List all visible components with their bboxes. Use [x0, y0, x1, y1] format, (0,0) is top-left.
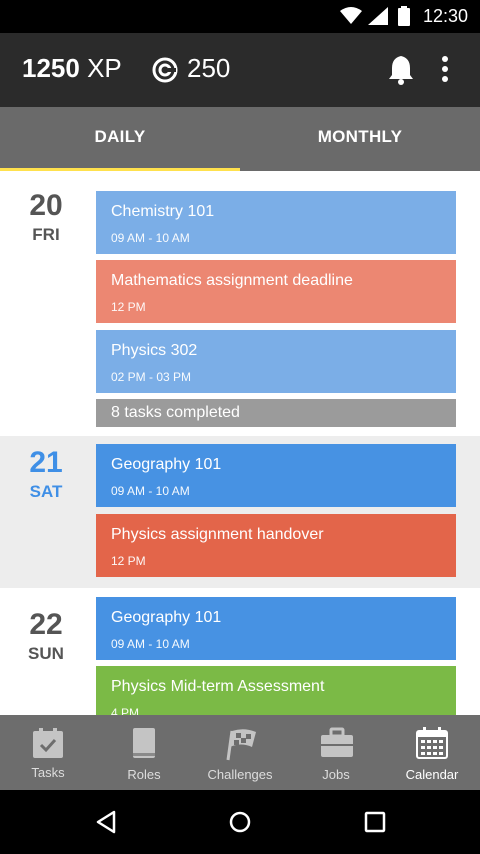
event-title: Mathematics assignment deadline	[111, 272, 353, 289]
status-bar: 12:30	[0, 0, 480, 33]
nav-label: Tasks	[31, 765, 65, 780]
tab-monthly-label: MONTHLY	[317, 127, 403, 146]
bell-icon[interactable]	[386, 53, 416, 85]
nav-label: Challenges	[207, 767, 273, 782]
event-card[interactable]: Physics assignment handover 12 PM	[96, 514, 456, 577]
wifi-icon	[340, 7, 362, 24]
day-of-week: SAT	[29, 482, 63, 501]
home-icon[interactable]	[228, 810, 252, 834]
app-bar: 1250 XP 250	[0, 33, 480, 107]
day-group-22: 22 SUN Geography 101 09 AM - 10 AM Physi…	[0, 588, 480, 715]
back-icon[interactable]	[94, 810, 118, 834]
event-card[interactable]: Chemistry 101 09 AM - 10 AM	[96, 191, 456, 254]
event-time: 4 PM	[111, 706, 140, 715]
nav-roles[interactable]: Roles	[96, 715, 192, 790]
tasks-icon	[33, 728, 63, 758]
event-title: Chemistry 101	[111, 203, 215, 220]
tab-daily[interactable]: DAILY	[0, 107, 240, 171]
event-time: 09 AM - 10 AM	[111, 484, 190, 498]
nav-tasks[interactable]: Tasks	[0, 715, 96, 790]
book-icon	[133, 728, 155, 758]
nav-label: Jobs	[322, 767, 350, 782]
event-title: Geography 101	[111, 609, 222, 626]
event-card[interactable]: Geography 101 09 AM - 10 AM	[96, 444, 456, 507]
event-title: Geography 101	[111, 456, 222, 473]
day-of-week: FRI	[32, 225, 60, 244]
tasks-completed-summary[interactable]: 8 tasks completed	[96, 399, 456, 427]
coin-icon	[152, 57, 178, 83]
day-date: 21 SAT	[0, 446, 92, 502]
tab-daily-label: DAILY	[94, 127, 146, 146]
event-time: 09 AM - 10 AM	[111, 231, 190, 245]
day-date: 20 FRI	[0, 189, 92, 245]
signal-icon	[368, 7, 388, 25]
event-card[interactable]: Physics 302 02 PM - 03 PM	[96, 330, 456, 393]
system-navigation-bar	[0, 790, 480, 854]
day-of-week: SUN	[28, 644, 64, 663]
coin-count: 250	[187, 53, 231, 83]
tab-monthly[interactable]: MONTHLY	[240, 107, 480, 171]
day-group-21: 21 SAT Geography 101 09 AM - 10 AM Physi…	[0, 436, 480, 588]
flag-icon	[226, 729, 256, 761]
briefcase-icon	[321, 727, 353, 757]
nav-label: Calendar	[405, 767, 459, 782]
event-time: 12 PM	[111, 554, 146, 568]
event-time: 09 AM - 10 AM	[111, 637, 190, 651]
nav-challenges[interactable]: Challenges	[192, 715, 288, 790]
nav-jobs[interactable]: Jobs	[288, 715, 384, 790]
calendar-list[interactable]: 20 FRI Chemistry 101 09 AM - 10 AM Mathe…	[0, 171, 480, 715]
event-title: Physics assignment handover	[111, 526, 324, 543]
nav-label: Roles	[127, 767, 161, 782]
day-number: 20	[29, 189, 63, 222]
xp-value: 1250	[22, 53, 80, 83]
battery-icon	[398, 6, 410, 26]
calendar-icon	[416, 727, 448, 759]
event-card[interactable]: Mathematics assignment deadline 12 PM	[96, 260, 456, 323]
day-number: 21	[29, 446, 63, 479]
day-date: 22 SUN	[0, 608, 92, 664]
recents-icon[interactable]	[364, 811, 386, 833]
event-time: 02 PM - 03 PM	[111, 370, 192, 384]
event-time: 12 PM	[111, 300, 146, 314]
event-card[interactable]: Geography 101 09 AM - 10 AM	[96, 597, 456, 660]
bottom-navigation: Tasks Roles Challenges Jobs Calendar	[0, 715, 480, 790]
event-card[interactable]: Physics Mid-term Assessment 4 PM	[96, 666, 456, 715]
xp-unit: XP	[79, 53, 122, 83]
nav-calendar[interactable]: Calendar	[384, 715, 480, 790]
more-vert-icon[interactable]	[436, 53, 454, 85]
status-time: 12:30	[422, 6, 468, 26]
event-title: Physics Mid-term Assessment	[111, 678, 325, 695]
day-group-20: 20 FRI Chemistry 101 09 AM - 10 AM Mathe…	[0, 171, 480, 436]
day-number: 22	[29, 608, 63, 641]
event-title: Physics 302	[111, 342, 198, 359]
xp-display: 1250 XP	[22, 53, 122, 84]
view-tabs: DAILY MONTHLY	[0, 107, 480, 171]
